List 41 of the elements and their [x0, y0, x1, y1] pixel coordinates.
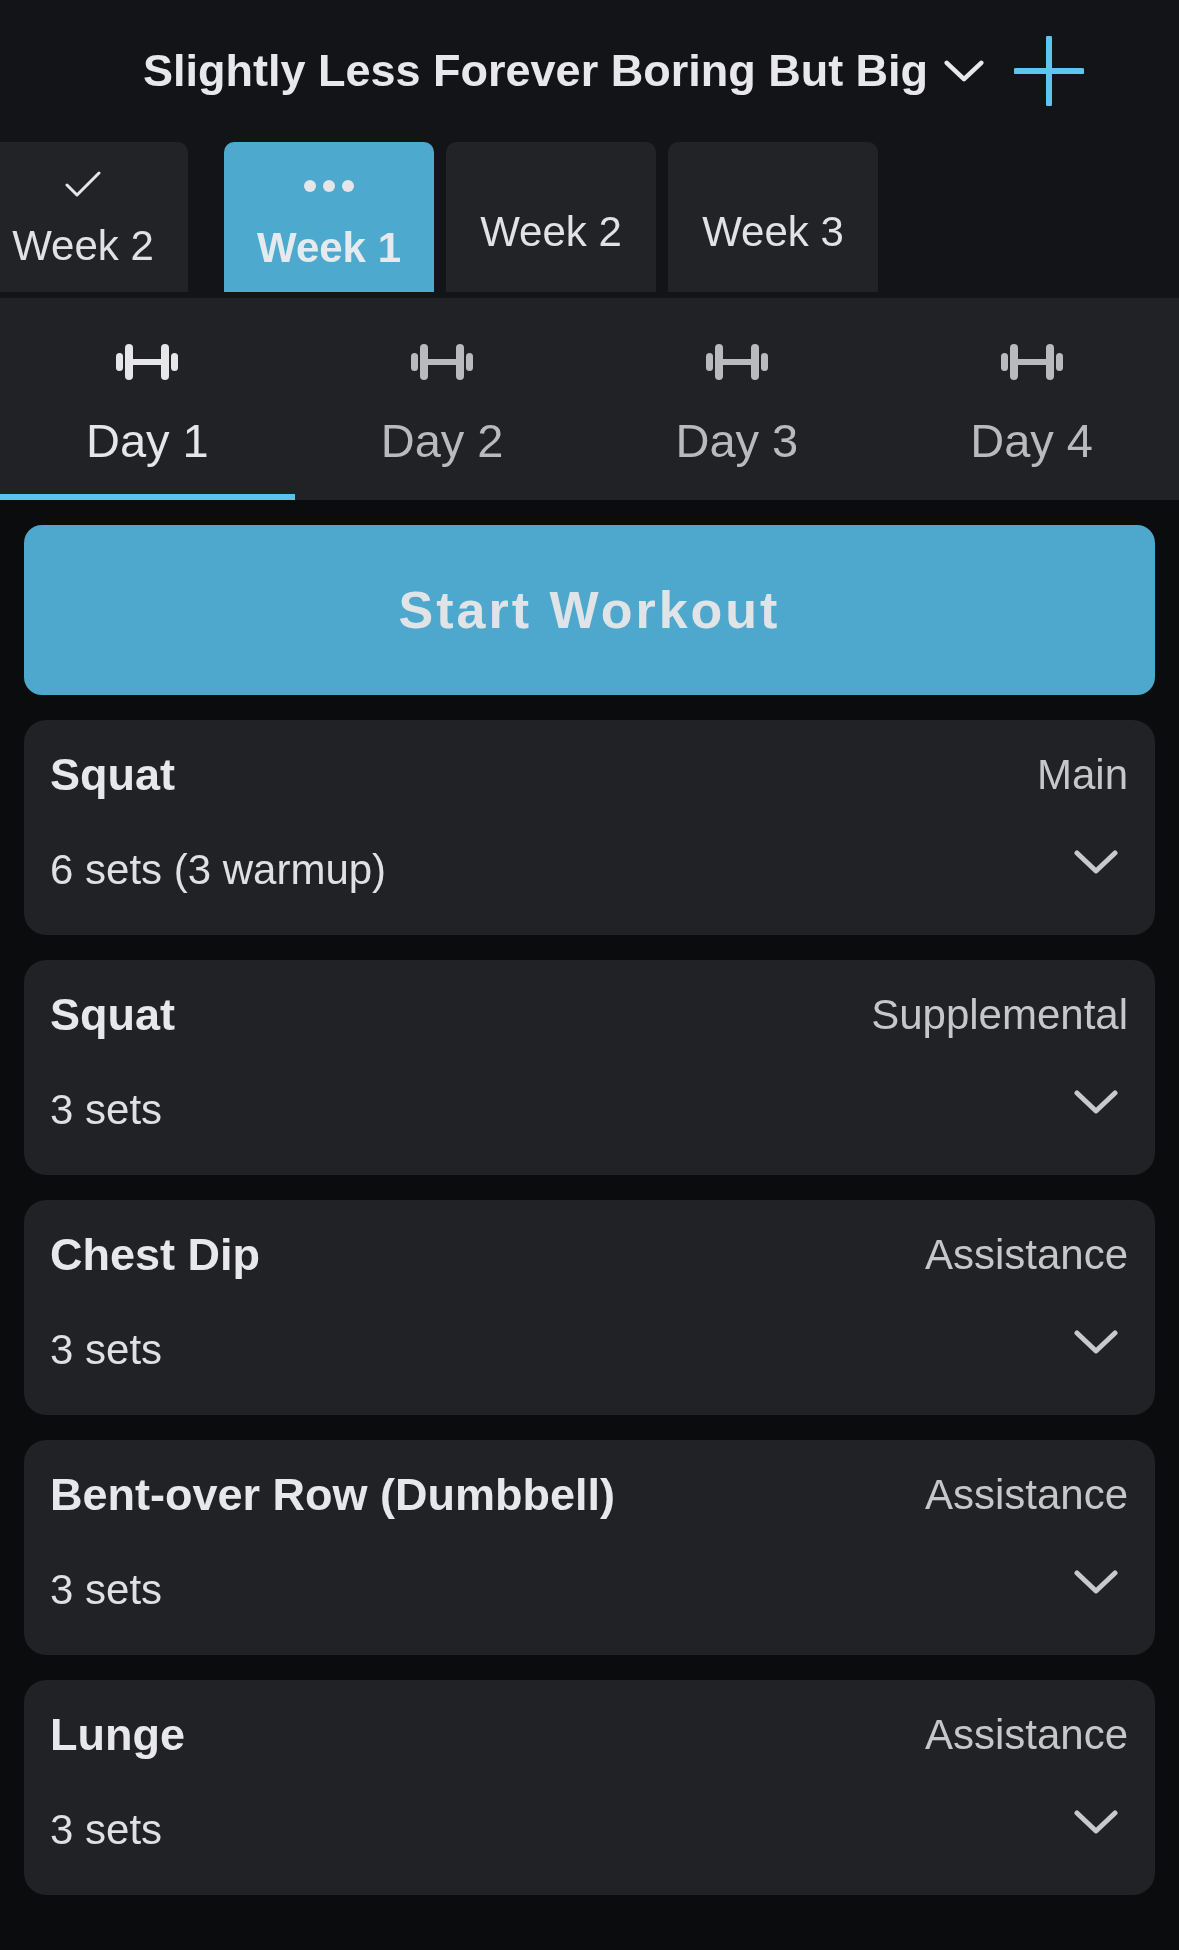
chevron-down-icon[interactable]	[1074, 1570, 1118, 1594]
set-count: 3 sets	[50, 1806, 163, 1854]
exercise-card[interactable]: Bent-over Row (Dumbbell) Assistance 3 sets	[24, 1440, 1155, 1655]
exercise-card[interactable]: Chest Dip Assistance 3 sets	[24, 1200, 1155, 1415]
exercise-card[interactable]: Squat Main 6 sets (3 warmup)	[24, 720, 1155, 935]
week-tab[interactable]: Week 2	[446, 142, 656, 292]
ellipsis-icon	[304, 180, 354, 192]
day-tab[interactable]: Day 2	[294, 298, 590, 500]
exercise-category: Main	[1036, 751, 1128, 799]
exercise-category: Supplemental	[871, 991, 1128, 1039]
chevron-down-icon[interactable]	[1074, 1810, 1118, 1834]
set-count: 3 sets	[50, 1566, 163, 1614]
barbell-icon	[116, 344, 179, 380]
exercise-category: Assistance	[924, 1711, 1128, 1759]
day-tab[interactable]: Day 4	[884, 298, 1179, 500]
check-icon	[65, 170, 101, 198]
chevron-down-icon[interactable]	[1074, 1090, 1118, 1114]
exercise-card[interactable]: Lunge Assistance 3 sets	[24, 1680, 1155, 1895]
plus-icon[interactable]	[1014, 36, 1085, 106]
day-tab[interactable]: Day 3	[589, 298, 885, 500]
exercise-name: Lunge	[50, 1709, 185, 1761]
exercise-card[interactable]: Squat Supplemental 3 sets	[24, 960, 1155, 1175]
week-tab[interactable]: Week 2	[0, 142, 188, 292]
set-count: 3 sets	[50, 1086, 163, 1134]
exercise-name: Squat	[50, 989, 175, 1041]
chevron-down-icon[interactable]	[1074, 850, 1118, 874]
chevron-down-icon[interactable]	[1074, 1330, 1118, 1354]
program-selector[interactable]: Slightly Less Forever Boring But Big	[143, 43, 985, 99]
day-tab[interactable]: Day 1	[0, 298, 295, 500]
exercise-name: Bent-over Row (Dumbbell)	[50, 1469, 615, 1521]
exercise-name: Chest Dip	[50, 1229, 260, 1281]
barbell-icon	[411, 344, 474, 380]
chevron-down-icon[interactable]	[944, 60, 985, 82]
week-tab[interactable]: Week 3	[668, 142, 878, 292]
set-count: 6 sets (3 warmup)	[50, 846, 387, 894]
barbell-icon	[1000, 344, 1063, 380]
exercise-category: Assistance	[924, 1231, 1128, 1279]
exercise-category: Assistance	[924, 1471, 1128, 1519]
exercise-name: Squat	[50, 749, 175, 801]
set-count: 3 sets	[50, 1326, 163, 1374]
barbell-icon	[705, 344, 768, 380]
